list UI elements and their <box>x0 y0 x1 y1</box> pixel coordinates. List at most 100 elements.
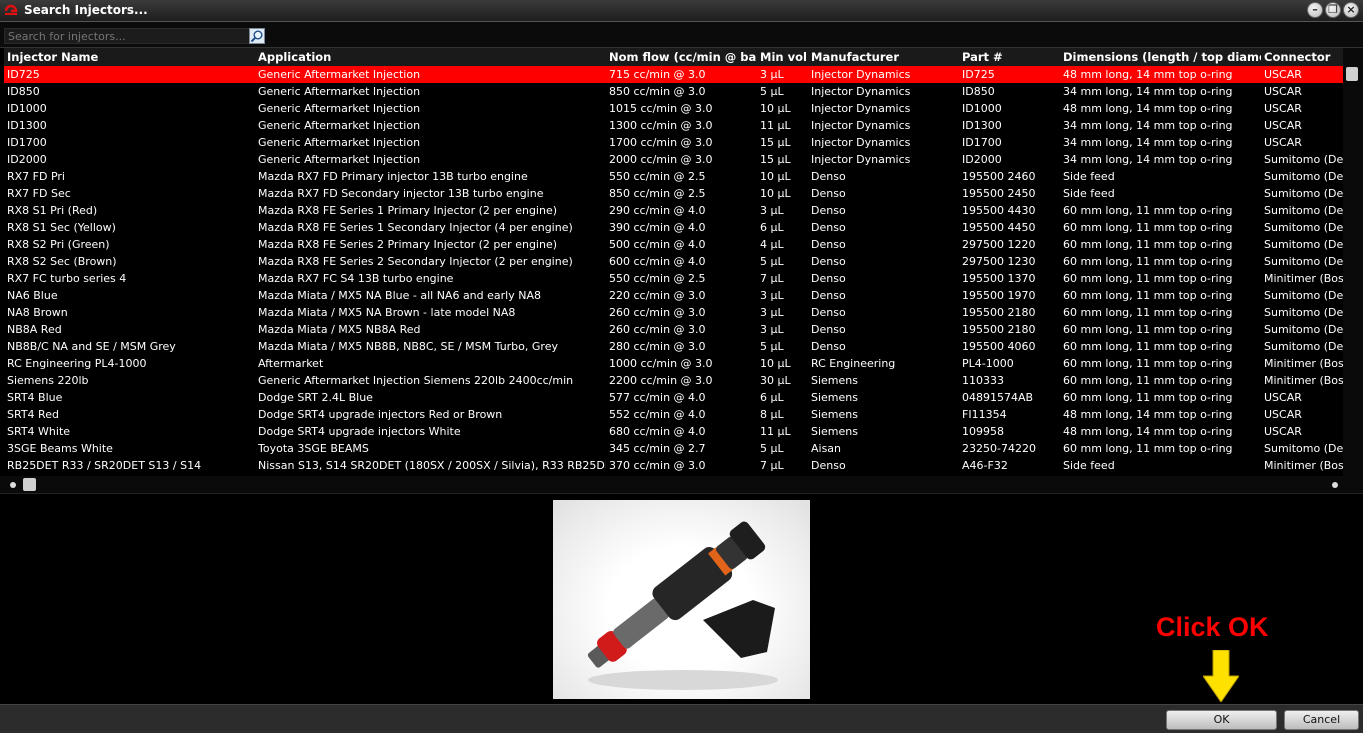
table-cell: Denso <box>811 204 846 217</box>
column-header[interactable]: Part # <box>959 48 1060 66</box>
cancel-button[interactable]: Cancel <box>1284 710 1359 730</box>
table-cell: 577 cc/min @ 4.0 <box>609 391 706 404</box>
table-row[interactable]: NA6 Blue Mazda Miata / MX5 NA Blue - all … <box>4 287 1343 304</box>
table-cell: 550 cc/min @ 2.5 <box>609 272 706 285</box>
table-row[interactable]: RX8 S1 Pri (Red) Mazda RX8 FE Series 1 Pr… <box>4 202 1343 219</box>
table-cell: Side feed <box>1063 170 1115 183</box>
search-button[interactable] <box>249 28 265 44</box>
table-row[interactable]: RX7 FD Sec Mazda RX7 FD Secondary injecto… <box>4 185 1343 202</box>
scroll-right-icon[interactable] <box>1332 482 1338 488</box>
table-cell: 34 mm long, 14 mm top o-ring <box>1063 136 1233 149</box>
table-cell: RC Engineering <box>811 357 896 370</box>
table-cell: ID1000 <box>7 102 47 115</box>
table-cell: 195500 1370 <box>962 272 1036 285</box>
table-cell: 60 mm long, 11 mm top o-ring <box>1063 255 1233 268</box>
table-row[interactable]: Siemens 220lb Generic Aftermarket Injecti… <box>4 372 1343 389</box>
table-cell: Mazda RX7 FC S4 13B turbo engine <box>258 272 454 285</box>
table-cell: 1700 cc/min @ 3.0 <box>609 136 713 149</box>
table-cell: 3 µL <box>760 306 784 319</box>
table-row[interactable]: RX8 S1 Sec (Yellow) Mazda RX8 FE Series 1… <box>4 219 1343 236</box>
horizontal-scroll-thumb[interactable] <box>23 478 36 491</box>
table-cell: 500 cc/min @ 4.0 <box>609 238 706 251</box>
table-row[interactable]: RX7 FC turbo series 4 Mazda RX7 FC S4 13B… <box>4 270 1343 287</box>
table-row[interactable]: ID1300 Generic Aftermarket Injection 1300 … <box>4 117 1343 134</box>
table-cell: Denso <box>811 221 846 234</box>
search-input[interactable] <box>4 28 250 44</box>
table-row[interactable]: RX8 S2 Pri (Green) Mazda RX8 FE Series 2 … <box>4 236 1343 253</box>
horizontal-scrollbar[interactable] <box>0 476 1363 494</box>
table-cell: Aisan <box>811 442 842 455</box>
table-row[interactable]: SRT4 Blue Dodge SRT 2.4L Blue 577 cc/min @… <box>4 389 1343 406</box>
table-cell: Minitimer (Bosch) <box>1264 459 1343 472</box>
table-cell: Generic Aftermarket Injection <box>258 68 421 81</box>
table-cell: ID1000 <box>962 102 1002 115</box>
table-cell: Mazda RX8 FE Series 1 Secondary Injector… <box>258 221 573 234</box>
table-row[interactable]: RX7 FD Pri Mazda RX7 FD Primary injector … <box>4 168 1343 185</box>
table-cell: USCAR <box>1264 119 1302 132</box>
table-cell: Denso <box>811 306 846 319</box>
table-cell: 297500 1230 <box>962 255 1036 268</box>
table-row[interactable]: RB25DET R33 / SR20DET S13 / S14 Nissan S1… <box>4 457 1343 474</box>
table-cell: Dodge SRT4 upgrade injectors White <box>258 425 461 438</box>
table-cell: 280 cc/min @ 3.0 <box>609 340 706 353</box>
table-row[interactable]: ID725 Generic Aftermarket Injection 715 cc… <box>4 66 1343 83</box>
vertical-scrollbar[interactable] <box>1343 48 1363 476</box>
table-cell: Generic Aftermarket Injection <box>258 136 421 149</box>
table-row[interactable]: NB8B/C NA and SE / MSM Grey Mazda Miata /… <box>4 338 1343 355</box>
table-cell: Injector Dynamics <box>811 136 911 149</box>
table-row[interactable]: RX8 S2 Sec (Brown) Mazda RX8 FE Series 2 … <box>4 253 1343 270</box>
window-title: Search Injectors... <box>24 3 148 17</box>
table-body: ID725 Generic Aftermarket Injection 715 cc… <box>4 66 1343 474</box>
table-cell: 15 µL <box>760 136 791 149</box>
table-cell: Sumitomo (Denso) <box>1264 187 1343 200</box>
table-row[interactable]: NA8 Brown Mazda Miata / MX5 NA Brown - la… <box>4 304 1343 321</box>
column-header[interactable]: Application <box>255 48 606 66</box>
table-cell: ID1700 <box>962 136 1002 149</box>
restore-icon[interactable]: ❐ <box>1325 2 1341 18</box>
table-cell: Generic Aftermarket Injection <box>258 119 421 132</box>
table-row[interactable]: SRT4 White Dodge SRT4 upgrade injectors W… <box>4 423 1343 440</box>
column-header[interactable]: Dimensions (length / top diameter) <box>1060 48 1261 66</box>
table-cell: 680 cc/min @ 4.0 <box>609 425 706 438</box>
column-header[interactable]: Manufacturer <box>808 48 959 66</box>
table-row[interactable]: ID2000 Generic Aftermarket Injection 2000 … <box>4 151 1343 168</box>
table-row[interactable]: ID1700 Generic Aftermarket Injection 1700 … <box>4 134 1343 151</box>
vertical-scroll-thumb[interactable] <box>1346 67 1358 81</box>
table-row[interactable]: ID850 Generic Aftermarket Injection 850 cc… <box>4 83 1343 100</box>
table-cell: Denso <box>811 272 846 285</box>
table-row[interactable]: 3SGE Beams White Toyota 3SGE BEAMS 345 cc/… <box>4 440 1343 457</box>
table-cell: 195500 4450 <box>962 221 1036 234</box>
ecu-logo-icon <box>4 4 18 15</box>
table-cell: USCAR <box>1264 408 1302 421</box>
table-cell: 4 µL <box>760 238 784 251</box>
table-cell: 1000 cc/min @ 3.0 <box>609 357 713 370</box>
table-row[interactable]: RC Engineering PL4-1000 Aftermarket 1000 c… <box>4 355 1343 372</box>
table-cell: Mazda Miata / MX5 NA Brown - late model … <box>258 306 516 319</box>
table-cell: 552 cc/min @ 4.0 <box>609 408 706 421</box>
table-cell: 390 cc/min @ 4.0 <box>609 221 706 234</box>
column-header[interactable]: Connector <box>1261 48 1343 66</box>
table-cell: 34 mm long, 14 mm top o-ring <box>1063 85 1233 98</box>
table-cell: 297500 1220 <box>962 238 1036 251</box>
table-row[interactable]: SRT4 Red Dodge SRT4 upgrade injectors Red… <box>4 406 1343 423</box>
minimize-icon[interactable]: – <box>1307 2 1323 18</box>
table-cell: 715 cc/min @ 3.0 <box>609 68 706 81</box>
ok-button[interactable]: OK <box>1166 710 1277 730</box>
close-icon[interactable]: × <box>1343 2 1359 18</box>
table-cell: Denso <box>811 289 846 302</box>
column-header[interactable]: Nom flow (cc/min @ bar) <box>606 48 757 66</box>
column-header[interactable]: Injector Name <box>4 48 255 66</box>
table-cell: Sumitomo (Denso) <box>1264 238 1343 251</box>
table-cell: RX8 S2 Pri (Green) <box>7 238 110 251</box>
table-cell: Mazda RX7 FD Primary injector 13B turbo … <box>258 170 528 183</box>
table-row[interactable]: NB8A Red Mazda Miata / MX5 NB8A Red 260 cc… <box>4 321 1343 338</box>
scroll-left-icon[interactable] <box>10 482 16 488</box>
table-cell: Mazda Miata / MX5 NA Blue - all NA6 and … <box>258 289 541 302</box>
table-cell: FI11354 <box>962 408 1007 421</box>
column-header[interactable]: Min vol <box>757 48 808 66</box>
table-cell: ID850 <box>962 85 995 98</box>
table-cell: PL4-1000 <box>962 357 1014 370</box>
table-cell: RB25DET R33 / SR20DET S13 / S14 <box>7 459 202 472</box>
table-cell: 5 µL <box>760 255 784 268</box>
table-row[interactable]: ID1000 Generic Aftermarket Injection 1015 … <box>4 100 1343 117</box>
